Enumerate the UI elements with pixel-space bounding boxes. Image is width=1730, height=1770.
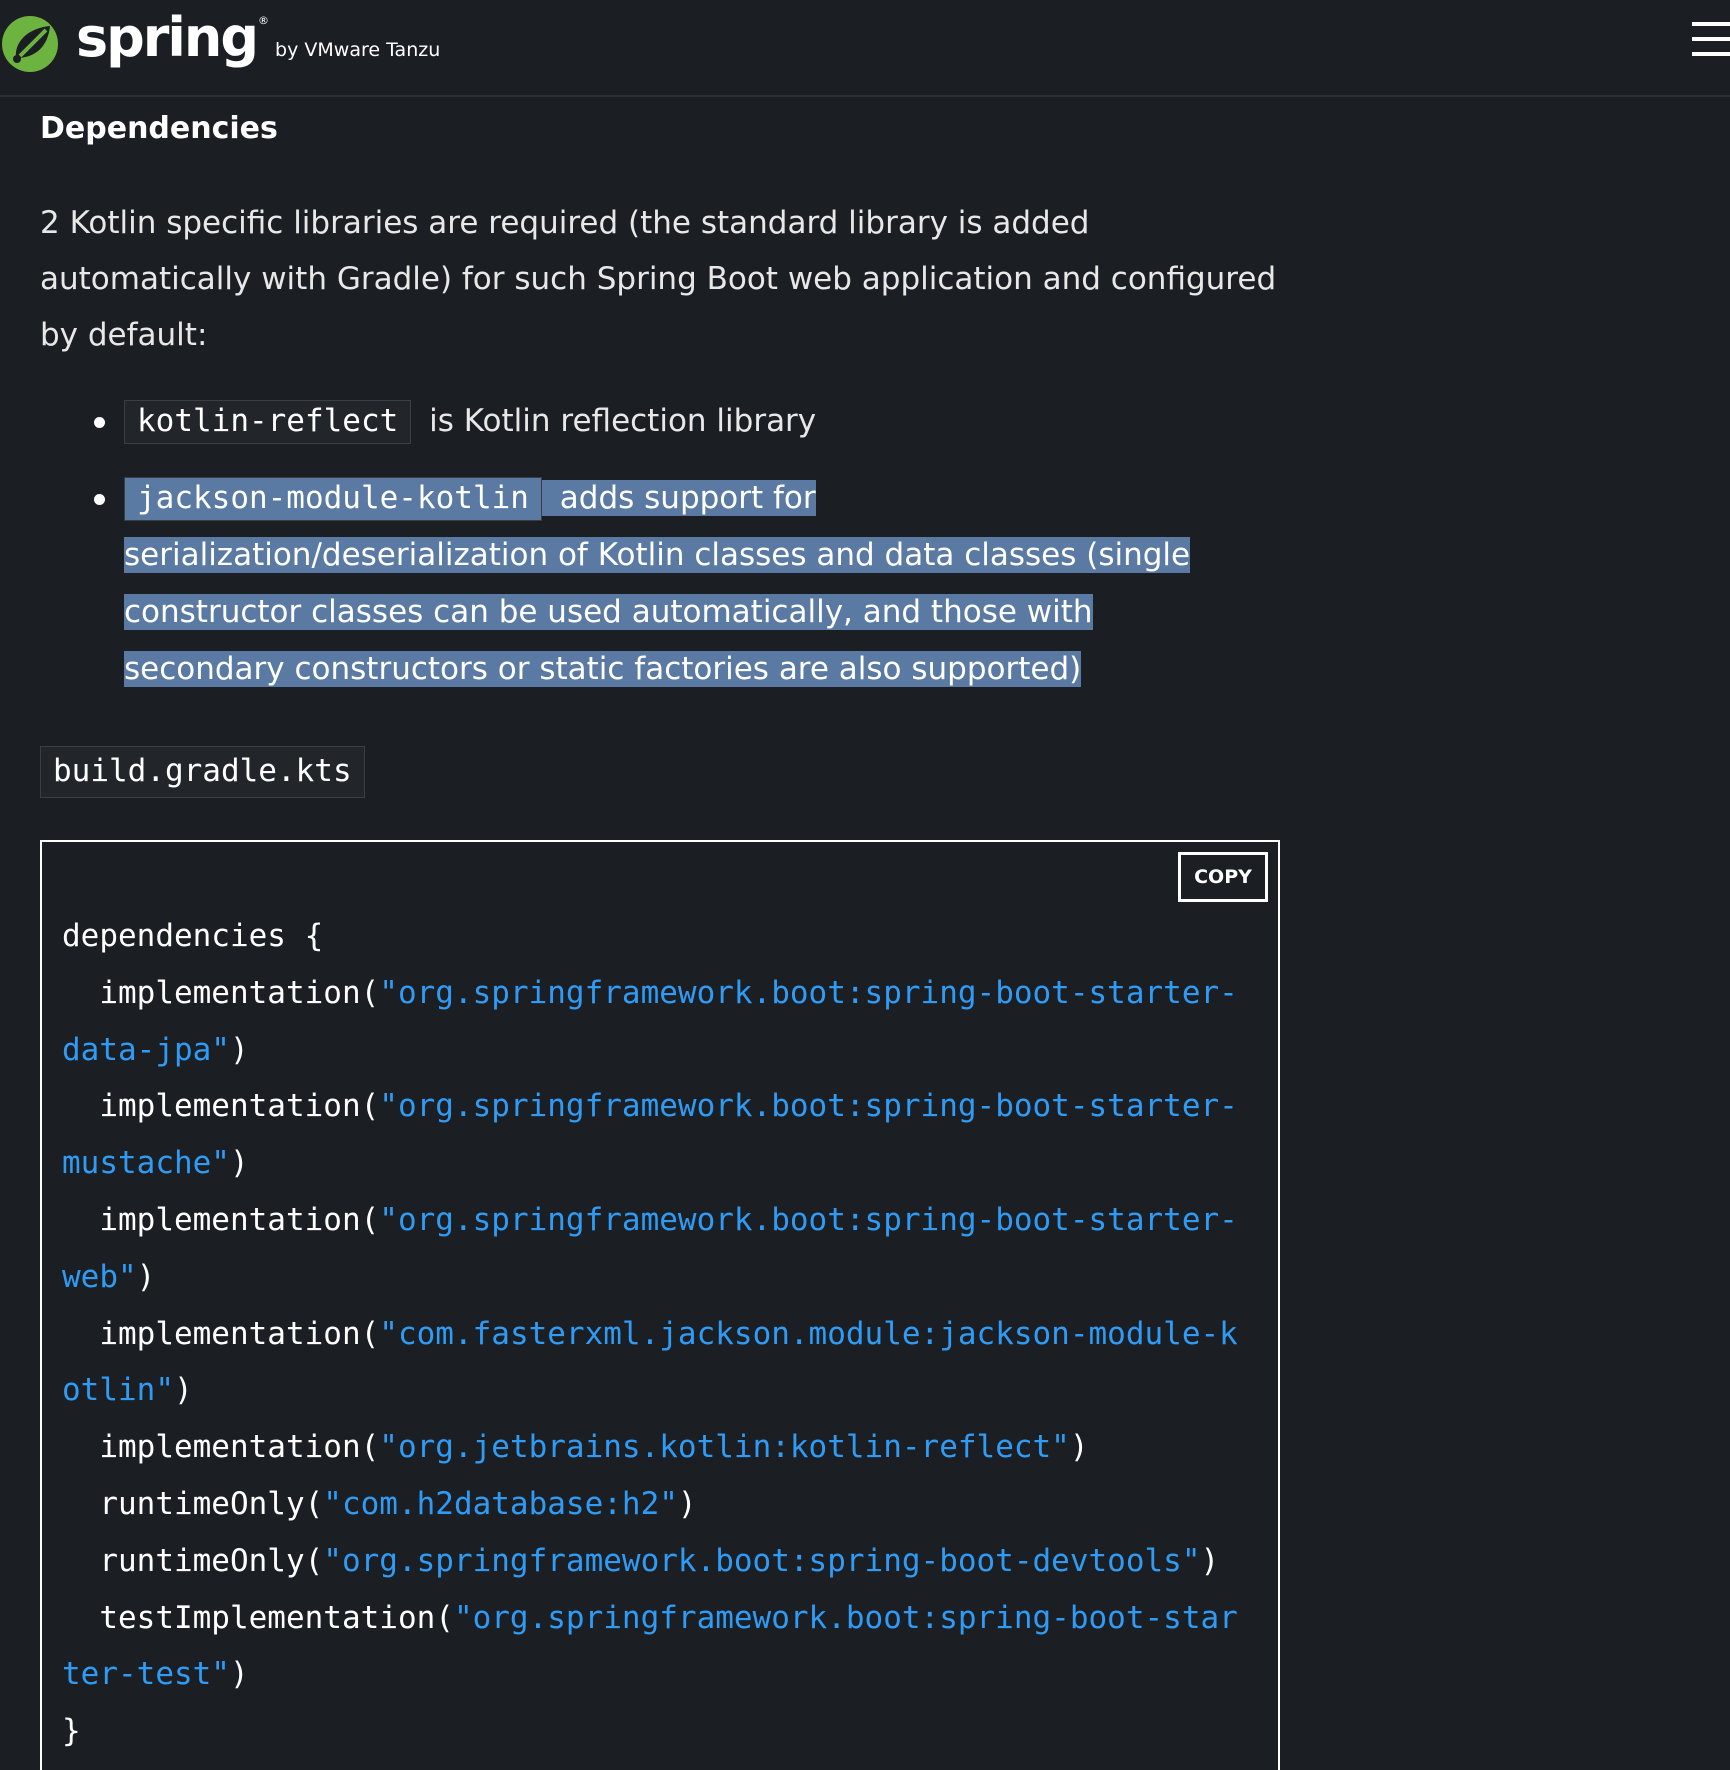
selected-text: jackson-module-kotlin adds support for s…: [124, 477, 1191, 687]
code-open-line: dependencies {: [62, 918, 324, 954]
inline-code-kotlin-reflect: kotlin-reflect: [124, 400, 412, 444]
hamburger-menu-icon[interactable]: [1692, 22, 1730, 60]
list-item: kotlin-reflect is Kotlin reflection libr…: [94, 393, 1240, 450]
list-item-text: is Kotlin reflection library: [419, 403, 817, 439]
copy-button[interactable]: COPY: [1178, 852, 1268, 902]
logo-wordmark: spring: [76, 6, 259, 69]
list-item: jackson-module-kotlin adds support for s…: [94, 470, 1240, 698]
code-filename: build.gradle.kts: [40, 746, 365, 798]
registered-mark: ®: [258, 13, 270, 27]
code-line: implementation("org.springframework.boot…: [62, 1088, 1238, 1182]
intro-paragraph: 2 Kotlin specific libraries are required…: [40, 205, 1277, 353]
code-line: implementation("org.jetbrains.kotlin:kot…: [62, 1429, 1089, 1466]
article-content: Dependencies 2 Kotlin specific libraries…: [40, 97, 1280, 1770]
code-line: runtimeOnly("org.springframework.boot:sp…: [62, 1542, 1220, 1579]
menu-bar-middle: [1692, 37, 1730, 41]
code-line: implementation("org.springframework.boot…: [62, 1201, 1238, 1295]
code-block[interactable]: COPY dependencies { implementation("org.…: [40, 840, 1280, 1770]
code-line: implementation("com.fasterxml.jackson.mo…: [62, 1315, 1238, 1409]
section-heading: Dependencies: [40, 111, 278, 146]
code-line: implementation("org.springframework.boot…: [62, 974, 1238, 1068]
menu-bar-top: [1692, 22, 1730, 26]
logo-byline: by VMware Tanzu: [275, 39, 441, 61]
spring-logo[interactable]: spring ® by VMware Tanzu: [0, 6, 441, 76]
inline-code-jackson-module-kotlin: jackson-module-kotlin: [124, 477, 542, 521]
code-line: testImplementation("org.springframework.…: [62, 1599, 1238, 1693]
code-content[interactable]: dependencies { implementation("org.sprin…: [62, 908, 1252, 1760]
code-close-line: }: [62, 1713, 81, 1750]
library-list: kotlin-reflect is Kotlin reflection libr…: [40, 393, 1240, 698]
top-navbar: spring ® by VMware Tanzu: [0, 0, 1730, 97]
spring-leaf-icon: [2, 16, 58, 72]
code-line: runtimeOnly("com.h2database:h2"): [62, 1485, 697, 1522]
menu-bar-bottom: [1692, 52, 1730, 56]
